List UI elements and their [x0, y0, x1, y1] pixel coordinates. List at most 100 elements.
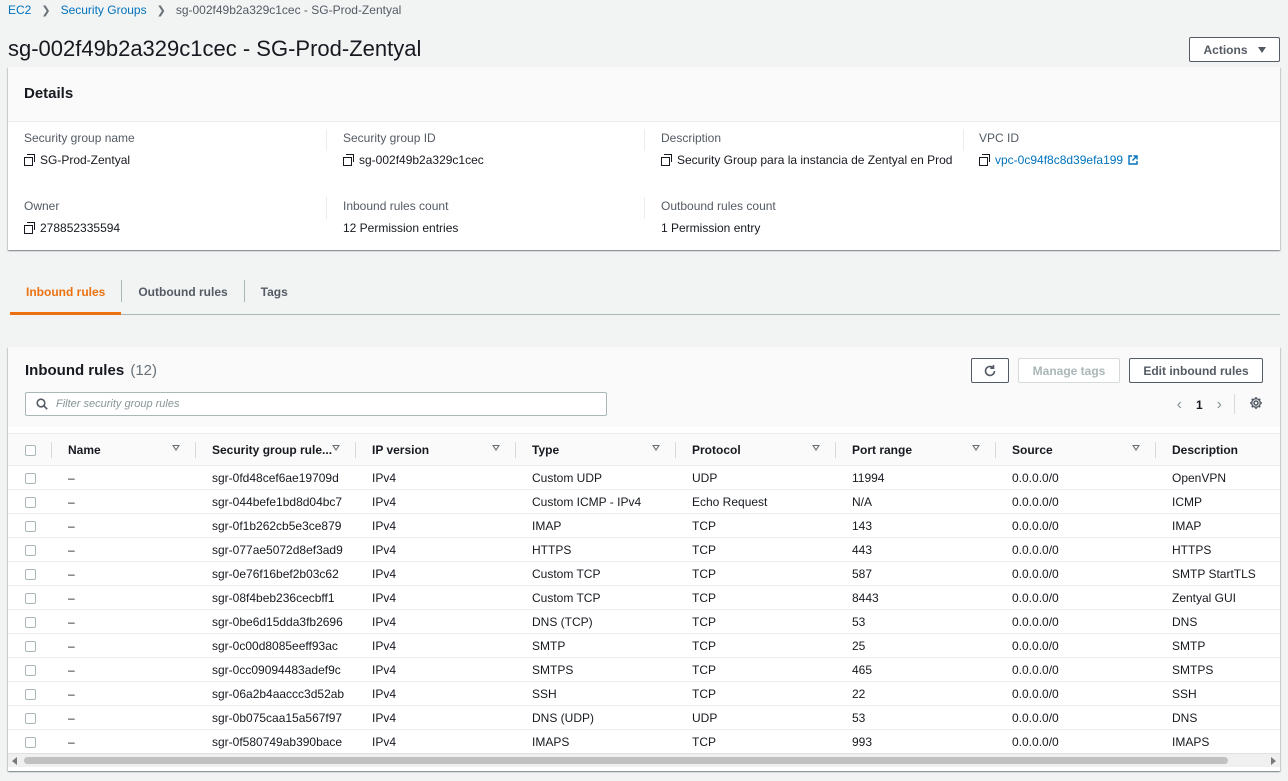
row-select-cell	[8, 561, 52, 586]
row-select-cell	[8, 705, 52, 730]
breadcrumb-ec2[interactable]: EC2	[8, 3, 31, 17]
gear-icon[interactable]	[1249, 396, 1263, 410]
edit-inbound-rules-button[interactable]: Edit inbound rules	[1129, 358, 1263, 383]
cell-type: SMTP	[516, 633, 676, 658]
cell-source: 0.0.0.0/0	[996, 489, 1156, 514]
copy-icon[interactable]	[24, 222, 35, 234]
copy-icon[interactable]	[24, 154, 35, 166]
row-checkbox[interactable]	[25, 520, 36, 532]
table-row[interactable]: – sgr-08f4beb236cecbff1 IPv4 Custom TCP TCP 8…	[8, 585, 1280, 610]
chevron-left-icon[interactable]: ‹	[1177, 396, 1182, 414]
filter-input[interactable]	[56, 398, 596, 410]
row-checkbox[interactable]	[25, 664, 36, 676]
cell-name: –	[52, 489, 196, 514]
sort-icon[interactable]	[652, 445, 660, 451]
cell-source: 0.0.0.0/0	[996, 633, 1156, 658]
table-row[interactable]: – sgr-0fd48cef6ae19709d IPv4 Custom UDP UDP 1…	[8, 465, 1280, 490]
search-icon	[36, 398, 48, 410]
table-row[interactable]: – sgr-077ae5072d8ef3ad9 IPv4 HTTPS TCP 443 0.0…	[8, 537, 1280, 562]
table-row[interactable]: – sgr-044befe1bd8d04bc7 IPv4 Custom ICMP - …	[8, 489, 1280, 514]
cell-description: SMTPS	[1156, 657, 1280, 682]
divider	[644, 197, 645, 219]
table-row[interactable]: – sgr-06a2b4aaccc3d52ab IPv4 SSH TCP 22 0.0.0.…	[8, 681, 1280, 706]
row-checkbox[interactable]	[25, 544, 36, 556]
sort-icon[interactable]	[812, 445, 820, 451]
scroll-right-icon[interactable]	[1271, 757, 1276, 765]
chevron-right-icon[interactable]: ›	[1217, 396, 1222, 414]
detail-label: Outbound rules count	[661, 199, 776, 213]
scrollbar-thumb[interactable]	[24, 757, 1228, 764]
column-header-source[interactable]: Source	[996, 433, 1156, 466]
tab-inbound-rules[interactable]: Inbound rules	[10, 278, 122, 315]
cell-description: OpenVPN	[1156, 465, 1280, 490]
detail-label: VPC ID	[979, 131, 1020, 145]
copy-icon[interactable]	[343, 154, 354, 166]
row-checkbox[interactable]	[25, 736, 36, 748]
vpc-link[interactable]: vpc-0c94f8c8d39efa199	[995, 153, 1123, 167]
tab-outbound-rules[interactable]: Outbound rules	[122, 278, 243, 314]
detail-value: Security Group para la instancia de Zent…	[677, 153, 953, 167]
copy-icon[interactable]	[979, 154, 990, 166]
cell-description: IMAP	[1156, 513, 1280, 538]
table-row[interactable]: – sgr-0f580749ab390bace IPv4 IMAPS TCP 993 0.0…	[8, 729, 1280, 754]
copy-icon[interactable]	[661, 154, 672, 166]
cell-ip-version: IPv4	[356, 729, 516, 754]
divider	[644, 129, 645, 151]
column-header-name[interactable]: Name	[52, 433, 196, 466]
breadcrumb-security-groups[interactable]: Security Groups	[61, 3, 147, 17]
detail-value: 1 Permission entry	[661, 221, 761, 235]
row-checkbox[interactable]	[25, 472, 36, 484]
cell-name: –	[52, 561, 196, 586]
column-header-ip-version[interactable]: IP version	[356, 433, 516, 466]
row-checkbox[interactable]	[25, 592, 36, 604]
cell-name: –	[52, 705, 196, 730]
table-row[interactable]: – sgr-0c00d8085eeff93ac IPv4 SMTP TCP 25 0.0.0…	[8, 633, 1280, 658]
detail-owner: Owner 278852335594	[24, 199, 324, 235]
sort-icon[interactable]	[172, 445, 180, 451]
table-row[interactable]: – sgr-0be6d15dda3fb2696 IPv4 DNS (TCP) TCP 53…	[8, 609, 1280, 634]
detail-sg-name: Security group name SG-Prod-Zentyal	[24, 131, 324, 167]
row-select-cell	[8, 729, 52, 754]
refresh-button[interactable]	[971, 358, 1009, 383]
horizontal-scrollbar[interactable]	[8, 753, 1280, 767]
table-row[interactable]: – sgr-0f1b262cb5e3ce879 IPv4 IMAP TCP 143 0.0.…	[8, 513, 1280, 538]
row-checkbox[interactable]	[25, 712, 36, 724]
scroll-left-icon[interactable]	[12, 757, 17, 765]
sort-icon[interactable]	[492, 445, 500, 451]
table-row[interactable]: – sgr-0cc09094483adef9c IPv4 SMTPS TCP 465 0.0…	[8, 657, 1280, 682]
sort-icon[interactable]	[972, 445, 980, 451]
detail-inbound-count: Inbound rules count 12 Permission entrie…	[343, 199, 643, 235]
cell-type: IMAPS	[516, 729, 676, 754]
row-checkbox[interactable]	[25, 688, 36, 700]
cell-ip-version: IPv4	[356, 561, 516, 586]
cell-rule-id: sgr-044befe1bd8d04bc7	[196, 489, 356, 514]
row-checkbox[interactable]	[25, 640, 36, 652]
cell-name: –	[52, 633, 196, 658]
column-header-port-range[interactable]: Port range	[836, 433, 996, 466]
sort-icon[interactable]	[332, 445, 340, 451]
manage-tags-button[interactable]: Manage tags	[1018, 358, 1120, 383]
column-header-rule-id[interactable]: Security group rule...	[196, 433, 356, 466]
cell-protocol: UDP	[676, 705, 836, 730]
detail-label: Security group name	[24, 131, 135, 145]
table-row[interactable]: – sgr-0b075caa15a567f97 IPv4 DNS (UDP) UDP 53…	[8, 705, 1280, 730]
divider	[326, 197, 327, 219]
row-checkbox[interactable]	[25, 616, 36, 628]
row-checkbox[interactable]	[25, 496, 36, 508]
column-header-protocol[interactable]: Protocol	[676, 433, 836, 466]
external-link-icon[interactable]	[1128, 155, 1138, 165]
column-header-type[interactable]: Type	[516, 433, 676, 466]
actions-button[interactable]: Actions	[1189, 37, 1280, 62]
column-header-description[interactable]: Description	[1156, 433, 1280, 466]
tab-tags[interactable]: Tags	[245, 278, 304, 314]
page-number[interactable]: 1	[1196, 398, 1203, 412]
cell-rule-id: sgr-0be6d15dda3fb2696	[196, 609, 356, 634]
table-header-row: Name Security group rule... IP version T…	[8, 433, 1280, 466]
row-select-cell	[8, 465, 52, 490]
table-row[interactable]: – sgr-0e76f16bef2b03c62 IPv4 Custom TCP TCP 5…	[8, 561, 1280, 586]
row-checkbox[interactable]	[25, 568, 36, 580]
cell-source: 0.0.0.0/0	[996, 705, 1156, 730]
sort-icon[interactable]	[1132, 445, 1140, 451]
select-all-checkbox[interactable]	[25, 444, 36, 456]
cell-name: –	[52, 513, 196, 538]
